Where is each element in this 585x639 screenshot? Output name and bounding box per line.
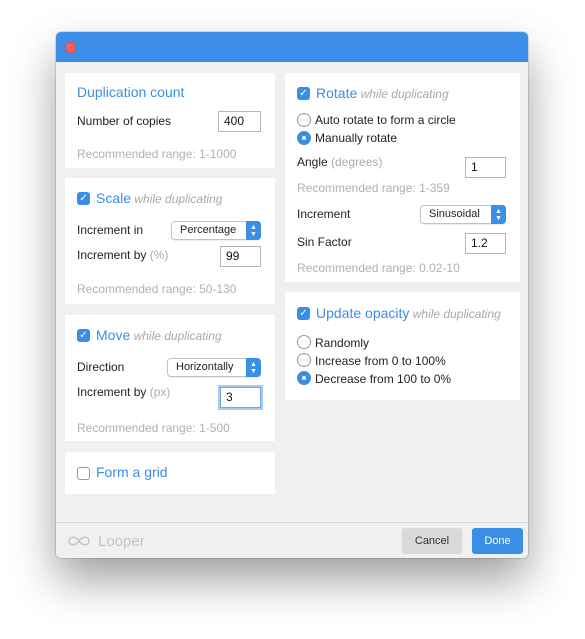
scale-panel: ✓ Scale while duplicating Increment in P… xyxy=(65,178,275,304)
rotate-title: Rotate xyxy=(316,85,358,101)
checkmark-icon: ✓ xyxy=(299,308,308,319)
scale-increment-by-label: Increment by (%) xyxy=(77,248,168,262)
scale-increment-by-unit: (%) xyxy=(149,248,169,262)
rotate-panel: ✓ Rotate while duplicating Auto rotate t… xyxy=(285,73,520,282)
grid-title: Form a grid xyxy=(96,464,168,480)
scale-heading: Scale while duplicating xyxy=(96,190,222,206)
chevron-updown-icon: ▲ ▼ xyxy=(246,358,261,377)
angle-label: Angle (degrees) xyxy=(297,155,382,169)
chevron-updown-icon: ▲ ▼ xyxy=(491,205,506,224)
looper-logo-icon xyxy=(68,536,90,546)
increment-in-value: Percentage xyxy=(180,224,237,236)
scale-increment-by-input[interactable]: 99 xyxy=(220,246,261,267)
dialog-footer: Looper Cancel Done xyxy=(56,522,528,558)
opacity-panel: ✓ Update opacity while duplicating Rando… xyxy=(285,292,520,400)
scale-subtitle: while duplicating xyxy=(134,192,223,206)
manually-rotate-label: Manually rotate xyxy=(315,131,398,145)
move-increment-by-input[interactable]: 3 xyxy=(220,387,261,408)
sin-range-hint: Recommended range: 0.02-10 xyxy=(297,261,460,275)
manually-rotate-radio[interactable] xyxy=(297,131,311,145)
move-heading: Move while duplicating xyxy=(96,327,222,343)
scale-checkbox[interactable]: ✓ xyxy=(77,192,90,205)
rotate-checkbox[interactable]: ✓ xyxy=(297,87,310,100)
app-name: Looper xyxy=(98,533,145,550)
scale-title: Scale xyxy=(96,190,132,206)
randomly-label: Randomly xyxy=(315,336,370,350)
randomly-radio[interactable] xyxy=(297,335,311,349)
increase-opacity-label: Increase from 0 to 100% xyxy=(315,354,446,368)
looper-dialog: Duplication count Number of copies 400 R… xyxy=(56,32,528,558)
increment-label: Increment xyxy=(297,207,351,221)
move-subtitle: while duplicating xyxy=(133,329,222,343)
angle-unit: (degrees) xyxy=(331,155,383,169)
move-checkbox[interactable]: ✓ xyxy=(77,329,90,342)
sin-factor-input[interactable]: 1.2 xyxy=(465,233,506,254)
move-panel: ✓ Move while duplicating Direction Horiz… xyxy=(65,315,275,441)
decrease-opacity-label: Decrease from 100 to 0% xyxy=(315,372,452,386)
move-increment-by-text: Increment by xyxy=(77,385,147,399)
angle-input[interactable]: 1 xyxy=(465,157,506,178)
opacity-checkbox[interactable]: ✓ xyxy=(297,307,310,320)
duplication-range-hint: Recommended range: 1-1000 xyxy=(77,147,237,161)
cancel-button[interactable]: Cancel xyxy=(402,528,462,554)
checkmark-icon: ✓ xyxy=(79,330,88,341)
checkmark-icon: ✓ xyxy=(299,88,308,99)
title-bar xyxy=(56,32,528,62)
direction-label: Direction xyxy=(77,360,125,374)
duplication-count-panel: Duplication count Number of copies 400 R… xyxy=(65,73,275,168)
increment-in-select[interactable]: Percentage ▲ ▼ xyxy=(171,221,261,240)
increment-select[interactable]: Sinusoidal ▲ ▼ xyxy=(420,205,506,224)
rotate-subtitle: while duplicating xyxy=(360,87,449,101)
direction-select[interactable]: Horizontally ▲ ▼ xyxy=(167,358,261,377)
number-of-copies-label: Number of copies xyxy=(77,114,172,128)
scale-range-hint: Recommended range: 50-130 xyxy=(77,282,237,296)
auto-rotate-radio[interactable] xyxy=(297,113,311,127)
duplication-count-title: Duplication count xyxy=(77,84,185,100)
grid-checkbox[interactable] xyxy=(77,467,90,480)
opacity-subtitle: while duplicating xyxy=(412,307,501,321)
close-window-button[interactable] xyxy=(65,42,76,53)
move-title: Move xyxy=(96,327,131,343)
increment-in-label: Increment in xyxy=(77,223,144,237)
chevron-updown-icon: ▲ ▼ xyxy=(246,221,261,240)
auto-rotate-label: Auto rotate to form a circle xyxy=(315,113,456,127)
increase-opacity-radio[interactable] xyxy=(297,353,311,367)
checkmark-icon: ✓ xyxy=(79,193,88,204)
angle-range-hint: Recommended range: 1-359 xyxy=(297,181,450,195)
decrease-opacity-radio[interactable] xyxy=(297,371,311,385)
number-of-copies-input[interactable]: 400 xyxy=(218,111,261,132)
move-increment-by-unit: (px) xyxy=(149,385,171,399)
done-button[interactable]: Done xyxy=(472,528,523,554)
sin-factor-label: Sin Factor xyxy=(297,235,352,249)
scale-increment-by-text: Increment by xyxy=(77,248,147,262)
opacity-heading: Update opacity while duplicating xyxy=(316,305,501,321)
move-range-hint: Recommended range: 1-500 xyxy=(77,421,230,435)
grid-panel: Form a grid xyxy=(65,452,275,494)
opacity-title: Update opacity xyxy=(316,305,410,321)
infinity-loop-icon xyxy=(66,534,92,551)
move-increment-by-label: Increment by (px) xyxy=(77,385,170,399)
direction-value: Horizontally xyxy=(176,361,234,373)
increment-value: Sinusoidal xyxy=(429,208,480,220)
rotate-heading: Rotate while duplicating xyxy=(316,85,449,101)
angle-text: Angle xyxy=(297,155,328,169)
